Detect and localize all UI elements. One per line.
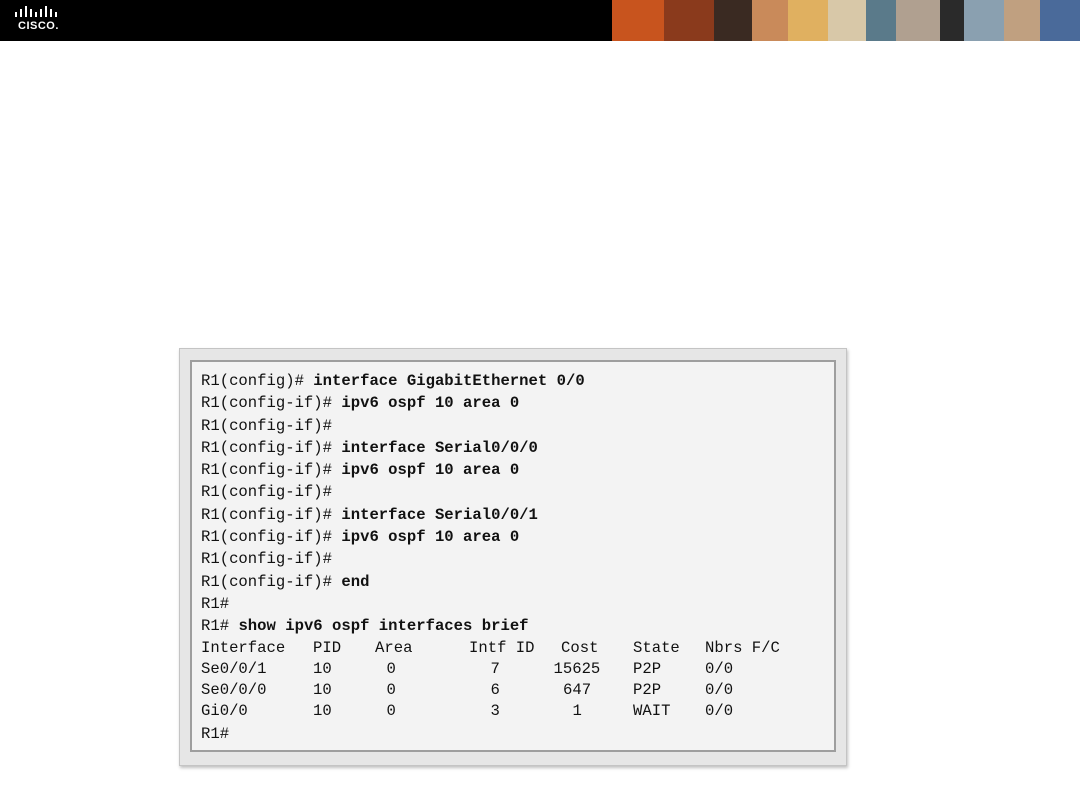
header-photo	[866, 0, 896, 41]
table-header-cell: State	[633, 638, 680, 657]
table-cell: 10	[313, 659, 332, 678]
table-cell: 7	[490, 659, 500, 678]
cli-command: interface Serial0/0/0	[341, 438, 538, 457]
terminal-line: R1(config-if)# end	[201, 571, 834, 593]
cli-prompt: R1(config-if)#	[201, 505, 342, 524]
cli-prompt: R1(config)#	[201, 372, 314, 390]
table-cell: 0	[386, 681, 396, 700]
table-cell: 0	[386, 659, 396, 678]
cli-prompt: R1(config-if)#	[201, 438, 342, 457]
header-photo	[664, 0, 714, 41]
terminal-line: R1(config-if)#	[201, 481, 834, 503]
table-cell: 647	[563, 681, 592, 700]
terminal-figure: R1(config)# interface GigabitEthernet 0/…	[179, 348, 847, 766]
logo-text: CISCO.	[18, 20, 59, 32]
table-cell: 6	[490, 681, 500, 700]
terminal-line: R1(config-if)# ipv6 ospf 10 area 0	[201, 459, 834, 481]
table-cell: 1	[572, 702, 582, 721]
cli-command: ipv6 ospf 10 area 0	[341, 394, 520, 413]
terminal-line: R1(config)# interface GigabitEthernet 0/…	[201, 370, 834, 392]
header-photo	[612, 0, 664, 41]
table-cell: Se0/0/1	[201, 659, 267, 678]
cli-command: ipv6 ospf 10 area 0	[341, 528, 520, 547]
table-cell: Se0/0/0	[201, 681, 267, 700]
terminal-line: R1(config-if)# ipv6 ospf 10 area 0	[201, 526, 834, 548]
table-cell: 0/0	[705, 659, 734, 678]
cli-command: interface GigabitEthernet 0/0	[313, 372, 585, 390]
table-header-cell: Nbrs F/C	[705, 638, 780, 657]
cli-prompt: R1(config-if)#	[201, 416, 333, 435]
terminal-line: R1# show ipv6 ospf interfaces brief	[201, 615, 834, 637]
table-header-cell: Cost	[561, 638, 599, 657]
terminal-output: R1(config)# interface GigabitEthernet 0/…	[190, 360, 836, 752]
header-photo	[752, 0, 788, 41]
table-cell: 0	[386, 702, 396, 721]
terminal-line: R1#	[201, 593, 834, 615]
cli-prompt: R1#	[201, 594, 230, 613]
table-cell: Gi0/0	[201, 702, 248, 721]
table-cell: P2P	[633, 681, 662, 700]
table-cell: 0/0	[705, 681, 734, 700]
table-cell: 0/0	[705, 702, 734, 721]
terminal-line: R1(config-if)#	[201, 415, 834, 437]
header-photo	[964, 0, 1004, 41]
cli-prompt: R1(config-if)#	[201, 528, 342, 547]
table-header-cell: PID	[313, 638, 342, 657]
cli-command: show ipv6 ospf interfaces brief	[238, 617, 529, 636]
cisco-bars-icon	[15, 6, 57, 17]
cli-prompt: R1(config-if)#	[201, 550, 333, 569]
cli-command: interface Serial0/0/1	[341, 505, 538, 524]
cli-prompt: R1(config-if)#	[201, 461, 342, 480]
table-cell: P2P	[633, 659, 662, 678]
header-bar: CISCO.	[0, 0, 1080, 41]
cli-prompt: R1(config-if)#	[201, 483, 333, 502]
cisco-logo: CISCO.	[14, 5, 64, 35]
header-photo	[896, 0, 940, 41]
table-cell: 10	[313, 681, 332, 700]
cli-command: end	[341, 572, 370, 591]
header-photo	[788, 0, 828, 41]
table-row: Se0/0/0 10 0 6 647 P2P 0/0	[201, 680, 834, 701]
table-row: Gi0/0 10 0 3 1 WAIT 0/0	[201, 701, 834, 722]
table-header-cell: Area	[375, 638, 413, 657]
terminal-line: R1(config-if)#	[201, 548, 834, 570]
header-photo	[828, 0, 866, 41]
terminal-line: R1(config-if)# interface Serial0/0/1	[201, 504, 834, 526]
table-cell: 15625	[553, 659, 601, 678]
header-photo	[940, 0, 964, 41]
header-photo	[1040, 0, 1080, 41]
header-photo-strip	[612, 0, 1080, 41]
cli-prompt: R1(config-if)#	[201, 394, 342, 413]
header-photo	[1004, 0, 1040, 41]
cli-final-prompt: R1#	[201, 724, 230, 743]
cli-prompt: R1(config-if)#	[201, 572, 342, 591]
terminal-line: R1(config-if)# ipv6 ospf 10 area 0	[201, 392, 834, 414]
table-row: Se0/0/1 10 0 7 15625 P2P 0/0	[201, 659, 834, 680]
table-cell: WAIT	[633, 702, 671, 721]
cli-command: ipv6 ospf 10 area 0	[341, 461, 520, 480]
table-cell: 3	[490, 702, 500, 721]
cli-prompt: R1#	[201, 617, 239, 636]
header-photo	[714, 0, 752, 41]
terminal-line: R1(config-if)# interface Serial0/0/0	[201, 437, 834, 459]
table-cell: 10	[313, 702, 332, 721]
table-header-row: Interface PID Area Intf ID Cost State Nbrs F/C	[201, 638, 834, 659]
table-header-cell: Intf ID	[469, 638, 535, 657]
table-header-cell: Interface	[201, 638, 286, 657]
